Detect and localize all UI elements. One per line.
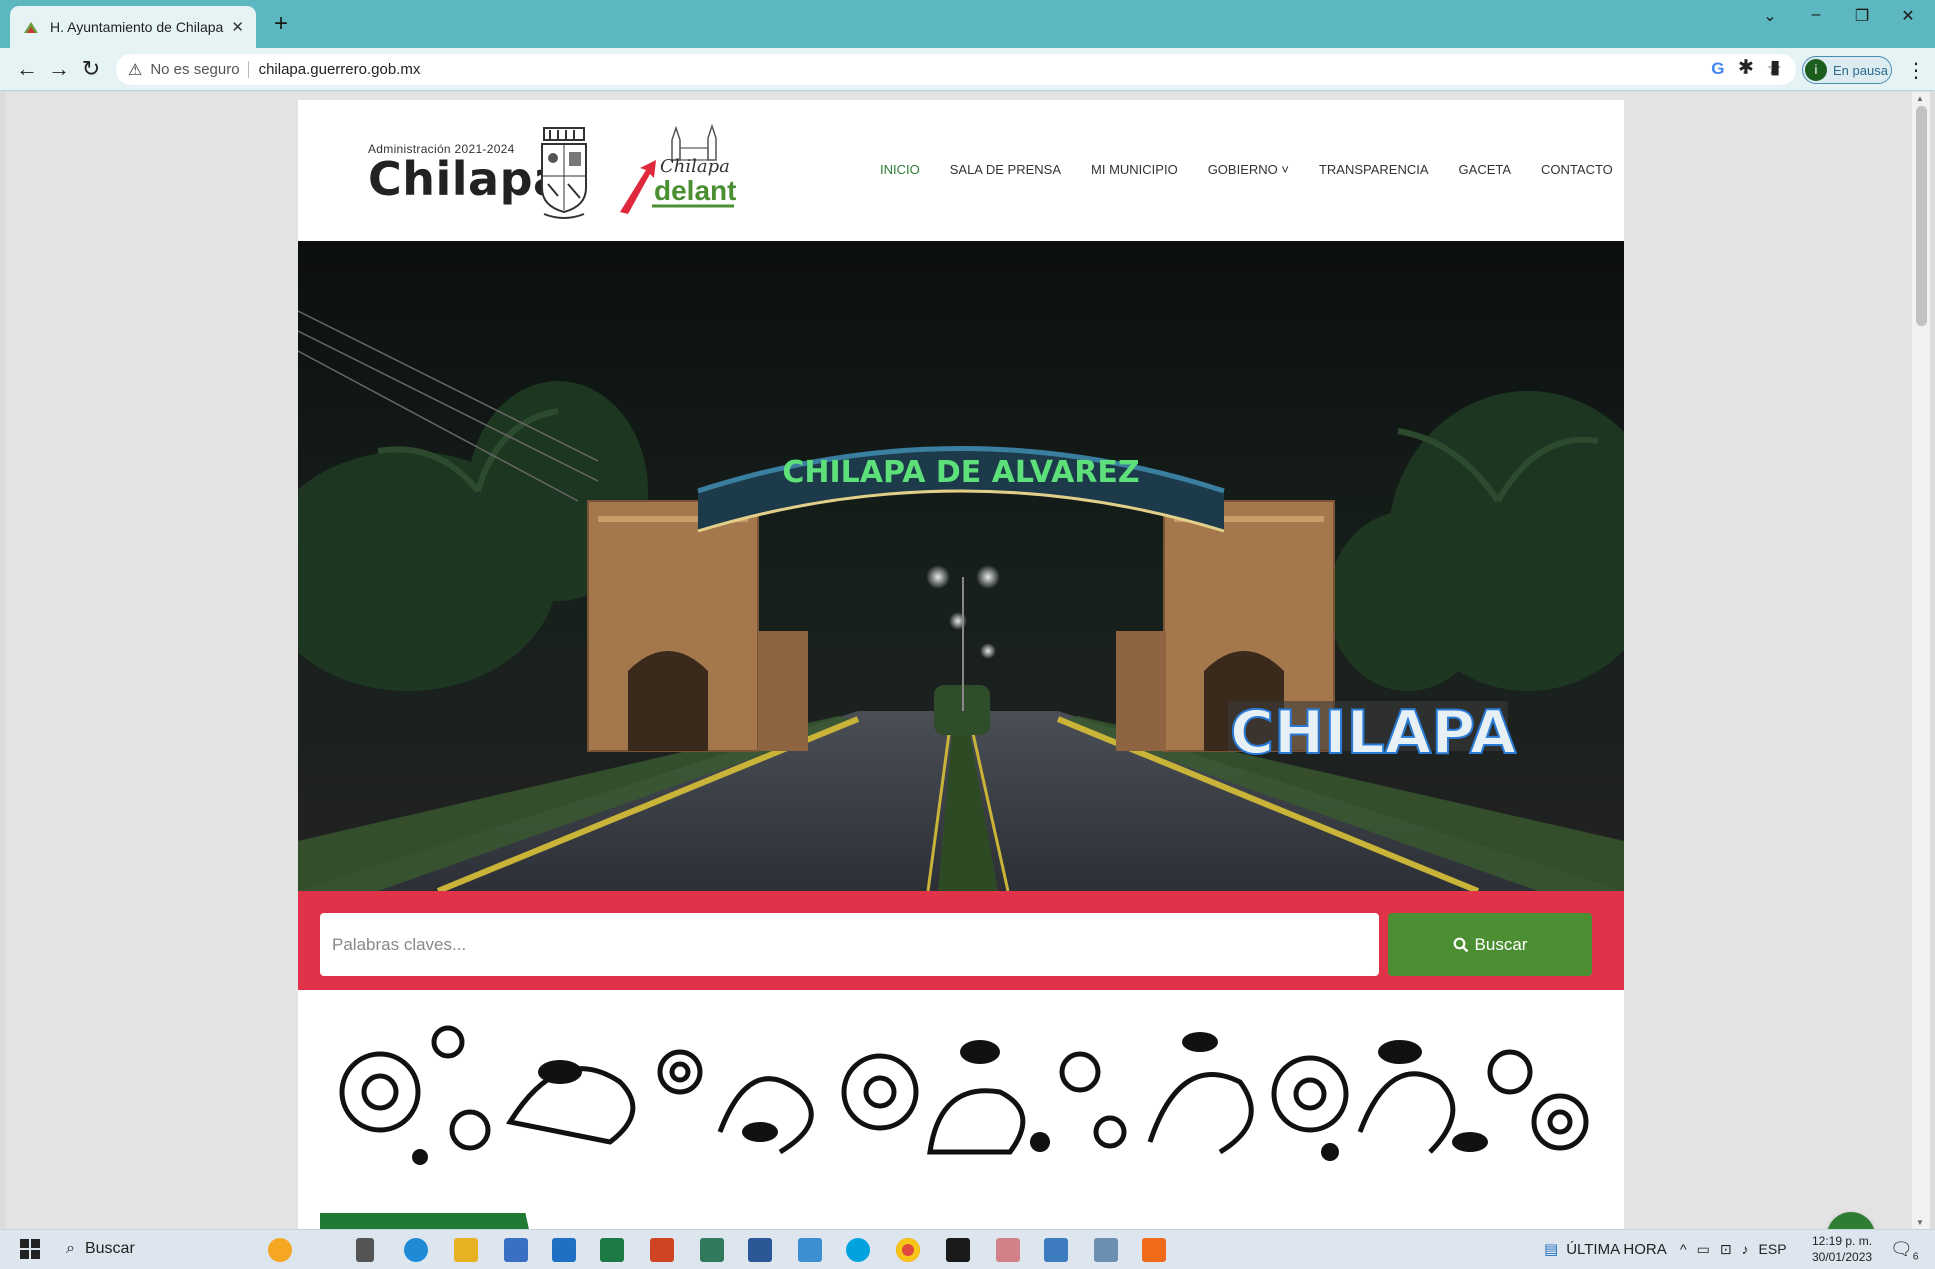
chrome-icon[interactable] — [896, 1238, 920, 1262]
nav-gobierno[interactable]: GOBIERNO ˅ — [1208, 162, 1289, 177]
url-text[interactable]: chilapa.guerrero.gob.mx — [259, 61, 421, 78]
minimize-button[interactable]: – — [1796, 6, 1836, 24]
taskbar-search-icon: ⌕ — [66, 1240, 75, 1257]
profile-button[interactable]: i En pausa — [1802, 56, 1892, 84]
tray-overflow-icon[interactable]: ^ — [1680, 1241, 1687, 1258]
project-icon[interactable] — [700, 1238, 724, 1262]
search-button[interactable]: Buscar — [1388, 913, 1592, 976]
svg-text:Chilapa: Chilapa — [660, 156, 730, 177]
main-navigation: INICIO SALA DE PRENSA MI MUNICIPIO GOBIE… — [880, 162, 1643, 177]
svg-text:delante: delante — [654, 175, 736, 206]
scrollbar-thumb[interactable] — [1916, 106, 1927, 326]
avatar: i — [1805, 59, 1827, 81]
powerpoint-icon[interactable] — [650, 1238, 674, 1262]
profile-status: En pausa — [1833, 62, 1888, 78]
new-tab-button[interactable]: + — [266, 10, 296, 38]
address-bar[interactable]: ⚠ No es seguro chilapa.guerrero.gob.mx G… — [116, 54, 1796, 85]
scroll-down-icon[interactable]: ▼ — [1916, 1218, 1924, 1227]
skype-icon[interactable] — [846, 1238, 870, 1262]
network-icon[interactable]: ⊡ — [1720, 1241, 1732, 1258]
control-panel-icon[interactable] — [1094, 1238, 1118, 1262]
nav-sala-de-prensa[interactable]: SALA DE PRENSA — [950, 162, 1061, 177]
news-widget[interactable]: ▤ ÚLTIMA HORA — [1544, 1240, 1667, 1259]
logo-name: Chilapa — [368, 152, 565, 206]
site-favicon-icon — [24, 22, 38, 33]
search-band: Buscar — [298, 891, 1624, 990]
tab-close-icon[interactable]: ✕ — [231, 18, 244, 36]
taskbar-search-label: Buscar — [84, 1240, 135, 1257]
terminal-icon[interactable] — [946, 1238, 970, 1262]
nav-inicio[interactable]: INICIO — [880, 162, 920, 177]
clock-date: 30/01/2023 — [1812, 1250, 1873, 1264]
search-input[interactable] — [320, 913, 1379, 976]
edge-browser-icon[interactable] — [404, 1238, 428, 1262]
notifications-icon[interactable]: 🗨6 — [1890, 1239, 1918, 1263]
hero-sign-text: CHILAPA — [1230, 698, 1517, 768]
tab-title: H. Ayuntamiento de Chilapa de Á — [50, 19, 225, 35]
security-label[interactable]: No es seguro — [150, 61, 249, 78]
scroll-to-top-button[interactable]: ↑ — [1827, 1212, 1875, 1229]
hero-scene: CHILAPA DE ALVAREZ CHILAPA — [298, 241, 1624, 891]
browser-tab[interactable]: H. Ayuntamiento de Chilapa de Á ✕ — [10, 6, 256, 48]
search-icon — [1453, 937, 1468, 952]
nav-transparencia[interactable]: TRANSPARENCIA — [1319, 162, 1429, 177]
extensions-icon[interactable]: ✱ — [1738, 56, 1754, 79]
close-window-button[interactable]: ✕ — [1888, 6, 1928, 26]
app-window-icon[interactable] — [798, 1238, 822, 1262]
hero-arch-text: CHILAPA DE ALVAREZ — [782, 455, 1139, 490]
mail-icon[interactable] — [552, 1238, 576, 1262]
word-icon[interactable] — [748, 1238, 772, 1262]
news-icon: ▤ — [1544, 1241, 1559, 1258]
system-tray: ^ ▭ ⊡ ♪ ESP — [1680, 1241, 1787, 1258]
flowers-widget-icon[interactable] — [268, 1238, 292, 1262]
restore-button[interactable]: ❐ — [1842, 6, 1882, 26]
google-icon[interactable]: G — [1711, 59, 1724, 79]
battery-icon[interactable]: ▭ — [1697, 1241, 1710, 1258]
back-icon[interactable]: ← — [12, 54, 42, 84]
site-header: Administración 2021-2024 Chilapa Chilapa… — [298, 100, 1624, 241]
taskbar-search[interactable]: ⌕ Buscar — [66, 1240, 135, 1258]
excel-icon[interactable] — [600, 1238, 624, 1262]
windows-taskbar: ⌕ Buscar ▤ ÚLTIMA HORA ^ ▭ ⊡ ♪ ESP 12:19… — [0, 1229, 1935, 1269]
volume-icon[interactable]: ♪ — [1742, 1241, 1749, 1258]
hero-image: CHILAPA DE ALVAREZ CHILAPA — [298, 241, 1624, 891]
pen-tool-icon[interactable] — [1044, 1238, 1068, 1262]
forward-icon[interactable]: → — [44, 54, 74, 84]
file-explorer-icon[interactable] — [454, 1238, 478, 1262]
office-icon[interactable] — [1142, 1238, 1166, 1262]
browser-menu-icon[interactable]: ⋮ — [1906, 58, 1926, 83]
notification-count: 6 — [1912, 1251, 1919, 1263]
task-view-icon[interactable] — [356, 1238, 374, 1262]
browser-toolbar: ← → ↻ ⚠ No es seguro chilapa.guerrero.go… — [0, 48, 1935, 91]
nav-gaceta[interactable]: GACETA — [1459, 162, 1512, 177]
site-page: Administración 2021-2024 Chilapa Chilapa… — [298, 100, 1624, 1229]
page-viewport: Administración 2021-2024 Chilapa Chilapa… — [6, 92, 1916, 1229]
store-icon[interactable] — [504, 1238, 528, 1262]
browser-tab-strip: H. Ayuntamiento de Chilapa de Á ✕ + ⌄ – … — [0, 0, 1935, 48]
news-label: ÚLTIMA HORA — [1566, 1240, 1667, 1258]
search-button-label: Buscar — [1474, 934, 1528, 954]
decorative-folk-pattern — [320, 1012, 1598, 1172]
nav-contacto[interactable]: CONTACTO — [1541, 162, 1613, 177]
clock-time: 12:19 p. m. — [1812, 1234, 1873, 1248]
municipal-shield-icon — [541, 127, 587, 219]
language-indicator[interactable]: ESP — [1759, 1241, 1787, 1258]
reload-icon[interactable]: ↻ — [76, 54, 106, 84]
taskbar-clock[interactable]: 12:19 p. m. 30/01/2023 — [1812, 1233, 1872, 1265]
scroll-up-icon[interactable]: ▲ — [1916, 94, 1924, 103]
section-tab — [320, 1213, 534, 1229]
pdf-reader-icon[interactable] — [996, 1238, 1020, 1262]
chilapa-adelante-logo[interactable]: Chilapa delante — [616, 120, 736, 220]
warning-icon[interactable]: ⚠ — [128, 60, 142, 80]
page-scrollbar[interactable]: ▲ ▼ — [1912, 92, 1930, 1229]
windows-start-icon[interactable] — [20, 1239, 40, 1259]
chilapa-admin-logo[interactable]: Administración 2021-2024 Chilapa — [368, 142, 565, 202]
side-panel-icon[interactable]: ▮ — [1770, 56, 1780, 79]
nav-mi-municipio[interactable]: MI MUNICIPIO — [1091, 162, 1178, 177]
tab-search-icon[interactable]: ⌄ — [1750, 6, 1790, 26]
